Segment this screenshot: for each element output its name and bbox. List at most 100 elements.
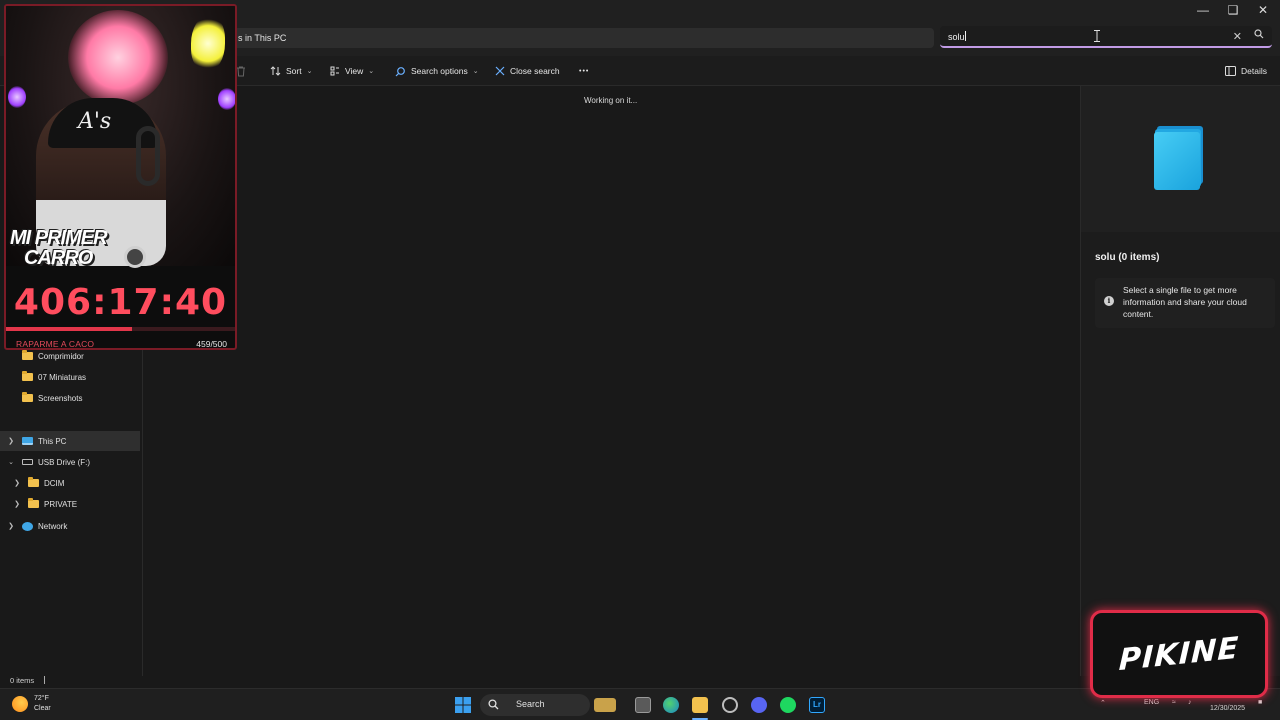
view-icon — [330, 66, 339, 76]
status-divider — [44, 676, 46, 684]
chevron-right-icon[interactable]: ❯ — [6, 522, 16, 530]
discord-icon[interactable] — [751, 697, 767, 713]
webcam-feed: A's MI PRIMER CARRO — [6, 6, 235, 269]
file-list-area[interactable]: Working on it... — [143, 86, 1080, 676]
folder-icon — [28, 477, 39, 487]
stream-overlay: A's MI PRIMER CARRO 406:17:40 RAPARME A … — [4, 4, 237, 350]
lightroom-icon[interactable]: Lr — [809, 697, 825, 713]
details-label: Details — [1241, 66, 1267, 76]
delete-button[interactable] — [236, 63, 246, 79]
preview-area — [1081, 86, 1280, 232]
nav-item-label: USB Drive (F:) — [38, 457, 90, 467]
nav-item-network[interactable]: ❯ Network — [0, 516, 140, 536]
nav-item-label: DCIM — [44, 478, 65, 488]
wifi-icon[interactable]: ≈ — [1172, 699, 1176, 706]
chevron-down-icon[interactable]: ⌄ — [6, 458, 16, 466]
nav-item-private[interactable]: ❯ PRIVATE — [0, 494, 140, 514]
folder-icon — [22, 392, 33, 402]
taskbar-search-label: Search — [516, 699, 545, 709]
status-bar: 0 items — [0, 676, 1280, 688]
search-highlight-icon — [594, 698, 616, 712]
close-search-icon — [495, 66, 505, 76]
details-pane-icon — [1225, 66, 1236, 76]
details-pane: solu (0 items) i Select a single file to… — [1080, 86, 1280, 676]
nav-item-07-miniaturas[interactable]: 07 Miniaturas — [0, 367, 140, 387]
close-search-label: Close search — [510, 66, 560, 76]
usb-drive-icon — [22, 459, 33, 465]
search-options-button[interactable]: Search options ⌄ — [395, 63, 479, 79]
language-indicator[interactable]: ENG — [1144, 699, 1159, 706]
more-options-icon: ••• — [579, 67, 590, 75]
nav-item-label: PRIVATE — [44, 499, 78, 509]
spotify-icon[interactable] — [780, 697, 796, 713]
close-search-button[interactable]: Close search — [495, 63, 560, 79]
working-status: Working on it... — [584, 96, 638, 105]
taskbar-search[interactable]: Search — [480, 694, 616, 716]
cap-logo: A's — [78, 109, 112, 134]
edge-browser-icon[interactable] — [663, 697, 679, 713]
files-icon — [1154, 132, 1200, 190]
chevron-right-icon[interactable]: ❯ — [6, 437, 16, 445]
start-button[interactable] — [455, 697, 471, 713]
nav-item-this-pc[interactable]: ❯ This PC — [0, 431, 140, 451]
info-icon: i — [1104, 296, 1114, 306]
headset — [136, 126, 160, 186]
obs-icon[interactable] — [722, 697, 738, 713]
goal-label: RAPARME A CACO — [16, 339, 95, 349]
nav-item-label: Network — [38, 521, 68, 531]
tray-chevron-up-icon[interactable]: ⌃ — [1100, 699, 1106, 707]
notification-bell-icon[interactable]: ■ — [1258, 699, 1262, 706]
nav-item-screenshots[interactable]: Screenshots — [0, 388, 140, 408]
folder-icon — [22, 350, 33, 360]
file-explorer-icon[interactable] — [692, 697, 708, 713]
clear-search-icon[interactable]: ✕ — [1233, 30, 1242, 43]
search-icon[interactable] — [1254, 29, 1264, 41]
windows-logo-icon — [455, 697, 471, 713]
maximize-button[interactable]: ❑ — [1218, 0, 1248, 20]
chevron-right-icon[interactable]: ❯ — [12, 479, 22, 487]
view-button[interactable]: View ⌄ — [330, 63, 374, 79]
address-bar[interactable]: s in This PC — [230, 28, 934, 48]
weather-widget[interactable]: 72°F Clear — [12, 694, 51, 714]
details-info-card: i Select a single file to get more infor… — [1095, 278, 1275, 328]
goal-count: 459/500 — [196, 339, 227, 349]
neon-sign-face — [68, 10, 168, 105]
chevron-right-icon[interactable]: ❯ — [12, 500, 22, 508]
sort-label: Sort — [286, 66, 302, 76]
nav-item-label: Comprimidor — [38, 351, 84, 361]
nav-item-usb-drive[interactable]: ⌄ USB Drive (F:) — [0, 452, 140, 472]
address-text: s in This PC — [238, 33, 287, 43]
close-window-button[interactable]: ✕ — [1248, 0, 1278, 20]
volume-icon[interactable]: ♪ — [1188, 699, 1192, 706]
sort-icon — [270, 66, 281, 76]
nav-item-label: 07 Miniaturas — [38, 372, 87, 382]
banner-line-2: CARRO — [24, 247, 93, 269]
goal-progress-bar — [6, 327, 235, 331]
search-input[interactable]: solu ✕ — [940, 26, 1272, 48]
channel-logo: PIKINE — [1118, 630, 1240, 679]
screen: — ❑ ✕ s in This PC solu ✕ Sort ⌄ View ⌄ … — [0, 0, 1280, 720]
search-options-label: Search options — [411, 66, 468, 76]
taskbar: 72°F Clear Search Lr ⌃ ENG ≈ ♪ 12/30/202… — [0, 688, 1280, 720]
neon-sign-banana — [191, 16, 225, 71]
text-caret — [964, 31, 966, 41]
search-icon — [488, 699, 499, 710]
subathon-timer: 406:17:40 — [13, 282, 228, 323]
more-options-button[interactable]: ••• — [579, 63, 589, 79]
clock-date[interactable]: 12/30/2025 — [1210, 705, 1245, 712]
nav-item-dcim[interactable]: ❯ DCIM — [0, 473, 140, 493]
sort-button[interactable]: Sort ⌄ — [270, 63, 312, 79]
chevron-down-icon: ⌄ — [306, 68, 313, 75]
chevron-down-icon: ⌄ — [472, 68, 479, 75]
item-count: 0 items — [10, 676, 35, 685]
chevron-down-icon: ⌄ — [368, 68, 375, 75]
folder-icon — [28, 498, 39, 508]
view-label: View — [345, 66, 364, 76]
details-button[interactable]: Details — [1225, 63, 1267, 79]
task-view-icon[interactable] — [635, 697, 651, 713]
weather-sun-icon — [12, 696, 28, 712]
computer-icon — [22, 437, 33, 445]
search-value: solu — [948, 32, 965, 42]
minimize-button[interactable]: — — [1188, 0, 1218, 20]
channel-logo-badge: PIKINE — [1090, 610, 1268, 698]
